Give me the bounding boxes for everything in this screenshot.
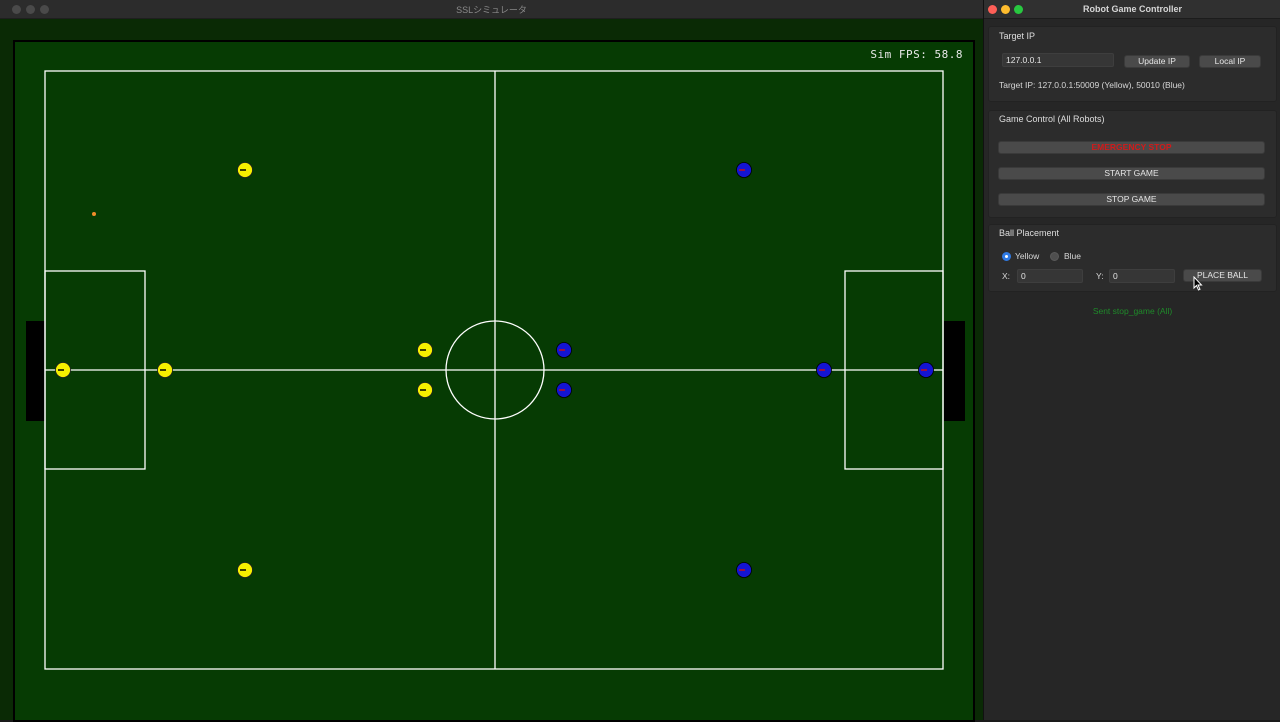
field-lines: [44, 70, 944, 670]
update-ip-button[interactable]: Update IP: [1124, 55, 1190, 68]
ip-address-input[interactable]: [1002, 53, 1114, 67]
x-coordinate-input[interactable]: [1017, 269, 1083, 283]
yellow-robot[interactable]: [237, 162, 253, 178]
blue-team-radio-label[interactable]: Blue: [1064, 251, 1081, 261]
controller-window: Robot Game Controller Target IP Update I…: [983, 0, 1280, 720]
soccer-field: [26, 70, 965, 670]
y-coordinate-label: Y:: [1096, 271, 1104, 281]
simulator-window: SSLシミュレータ Sim FPS: 58.8: [0, 0, 983, 722]
controller-titlebar: Robot Game Controller: [984, 0, 1280, 19]
stop-game-button[interactable]: STOP GAME: [998, 193, 1265, 206]
game-control-section-label: Game Control (All Robots): [999, 114, 1105, 124]
ball-placement-section: Ball Placement Yellow Blue X: Y: PLACE B…: [988, 224, 1277, 292]
blue-robot[interactable]: [736, 162, 752, 178]
yellow-robot[interactable]: [417, 342, 433, 358]
simulator-body: Sim FPS: 58.8: [0, 19, 983, 722]
status-message: Sent stop_game (All): [1092, 306, 1173, 316]
y-coordinate-input[interactable]: [1109, 269, 1175, 283]
blue-team-radio[interactable]: [1050, 252, 1059, 261]
yellow-team-radio-label[interactable]: Yellow: [1015, 251, 1039, 261]
radio-dot-icon: [1005, 255, 1008, 258]
target-ip-status: Target IP: 127.0.0.1:50009 (Yellow), 500…: [999, 80, 1185, 90]
mouse-pointer-icon: [1193, 276, 1203, 291]
simulator-titlebar: SSLシミュレータ: [0, 0, 983, 19]
simulator-window-title: SSLシミュレータ: [456, 5, 527, 15]
game-control-section: Game Control (All Robots) EMERGENCY STOP…: [988, 110, 1277, 218]
left-goal: [26, 321, 45, 421]
x-coordinate-label: X:: [1002, 271, 1011, 281]
local-ip-button[interactable]: Local IP: [1199, 55, 1261, 68]
yellow-robot[interactable]: [157, 362, 173, 378]
soccer-field-canvas: Sim FPS: 58.8: [13, 40, 975, 722]
target-ip-section: Target IP Update IP Local IP Target IP: …: [988, 26, 1277, 102]
ball: [92, 212, 96, 216]
blue-robot[interactable]: [556, 382, 572, 398]
blue-robot[interactable]: [736, 562, 752, 578]
ball-placement-section-label: Ball Placement: [999, 228, 1060, 238]
blue-robot[interactable]: [918, 362, 934, 378]
right-goal: [944, 321, 965, 421]
yellow-robot[interactable]: [55, 362, 71, 378]
yellow-robot[interactable]: [237, 562, 253, 578]
start-game-button[interactable]: START GAME: [998, 167, 1265, 180]
yellow-robot[interactable]: [417, 382, 433, 398]
blue-robot[interactable]: [556, 342, 572, 358]
blue-robot[interactable]: [816, 362, 832, 378]
emergency-stop-button[interactable]: EMERGENCY STOP: [998, 141, 1265, 154]
target-ip-section-label: Target IP: [999, 31, 1036, 41]
fps-counter: Sim FPS: 58.8: [870, 48, 963, 61]
yellow-team-radio[interactable]: [1002, 252, 1011, 261]
controller-window-title: Robot Game Controller: [1082, 4, 1182, 14]
